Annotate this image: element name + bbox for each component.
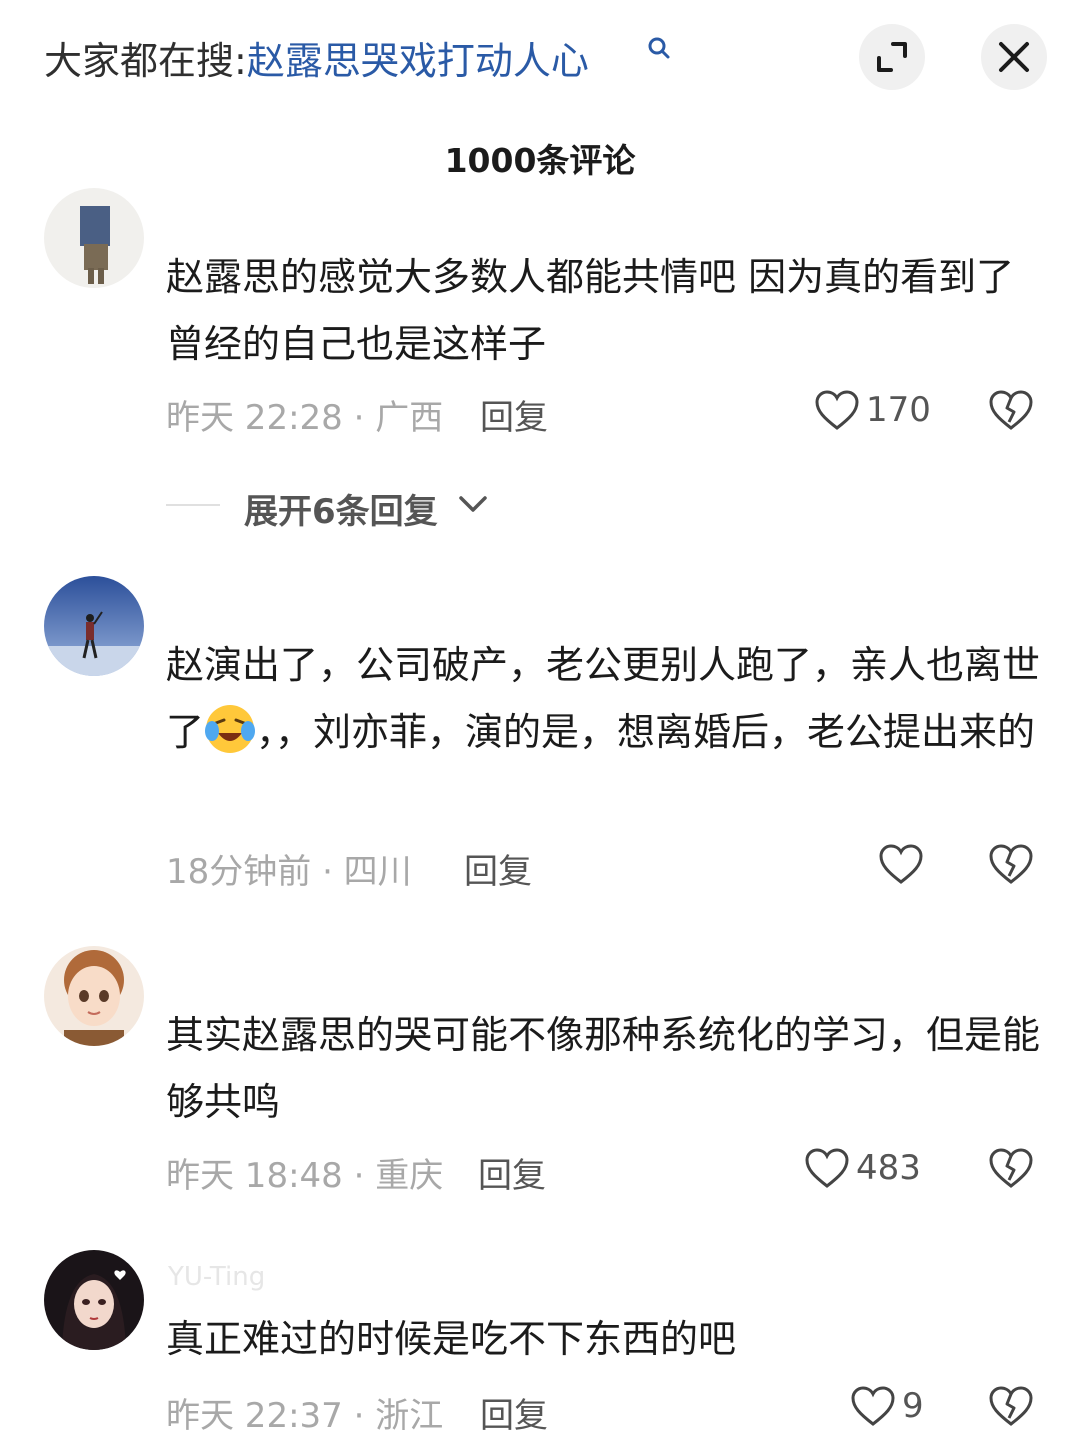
username[interactable]: YU-Ting bbox=[168, 1262, 265, 1292]
like-button[interactable] bbox=[878, 842, 928, 890]
avatar[interactable] bbox=[44, 1250, 144, 1350]
broken-heart-icon[interactable] bbox=[988, 388, 1034, 434]
like-count: 9 bbox=[902, 1386, 924, 1426]
comment-meta: 昨天 22:28 · 广西 bbox=[166, 398, 444, 438]
search-bar[interactable]: 大家都在搜:赵露思哭戏打动人心 bbox=[0, 0, 1080, 112]
heart-icon bbox=[879, 844, 923, 884]
expand-icon bbox=[877, 42, 907, 72]
comment-meta: 昨天 22:37 · 浙江 bbox=[166, 1396, 444, 1436]
heart-icon bbox=[805, 1148, 849, 1188]
reply-button[interactable]: 回复 bbox=[480, 1388, 548, 1437]
comment-text: 真正难过的时候是吃不下东西的吧 bbox=[166, 1317, 737, 1361]
comment-text: 赵露思的感觉大多数人都能共情吧 因为真的看到了曾经的自己也是这样子 bbox=[166, 255, 1015, 366]
reply-button[interactable]: 回复 bbox=[480, 390, 548, 439]
fullscreen-button[interactable] bbox=[859, 24, 925, 90]
heart-icon bbox=[815, 390, 859, 430]
comment-text: 其实赵露思的哭可能不像那种系统化的学习，但是能够共鸣 bbox=[166, 1013, 1041, 1124]
comment-text-part: ，，刘亦菲，演的是，想离婚后，老公提出来的 bbox=[256, 710, 1036, 754]
close-icon bbox=[999, 42, 1029, 72]
close-button[interactable] bbox=[981, 24, 1047, 90]
reply-button[interactable]: 回复 bbox=[464, 844, 532, 893]
crying-laughing-emoji-icon bbox=[205, 705, 256, 753]
broken-heart-icon[interactable] bbox=[988, 842, 1034, 888]
like-count: 170 bbox=[866, 390, 931, 430]
avatar[interactable] bbox=[44, 576, 144, 676]
like-button[interactable]: 170 bbox=[814, 388, 934, 436]
reply-button[interactable]: 回复 bbox=[478, 1148, 546, 1197]
search-icon[interactable] bbox=[646, 36, 672, 62]
search-suggestion[interactable]: 大家都在搜:赵露思哭戏打动人心 bbox=[44, 30, 589, 85]
like-button[interactable]: 9 bbox=[850, 1384, 940, 1432]
expand-replies-button[interactable]: 展开6条回复 bbox=[244, 484, 438, 533]
comment-meta: 昨天 18:48 · 重庆 bbox=[166, 1156, 444, 1196]
broken-heart-icon[interactable] bbox=[988, 1146, 1034, 1192]
divider bbox=[166, 504, 220, 506]
search-prefix-label: 大家都在搜: bbox=[44, 39, 247, 83]
comment-meta: 18分钟前 · 四川 bbox=[166, 852, 412, 892]
avatar[interactable] bbox=[44, 946, 144, 1046]
comment-text: 赵演出了，公司破产，老公更别人跑了，亲人也离世了 ，，刘亦菲，演的是，想离婚后，… bbox=[166, 632, 1046, 766]
like-button[interactable]: 483 bbox=[804, 1146, 934, 1194]
broken-heart-icon[interactable] bbox=[988, 1384, 1034, 1430]
like-count: 483 bbox=[856, 1148, 921, 1188]
comments-count-title: 1000条评论 bbox=[444, 141, 636, 180]
avatar[interactable] bbox=[44, 188, 144, 288]
chevron-down-icon[interactable] bbox=[458, 494, 488, 514]
heart-icon bbox=[851, 1386, 895, 1426]
search-query-link[interactable]: 赵露思哭戏打动人心 bbox=[247, 39, 589, 83]
